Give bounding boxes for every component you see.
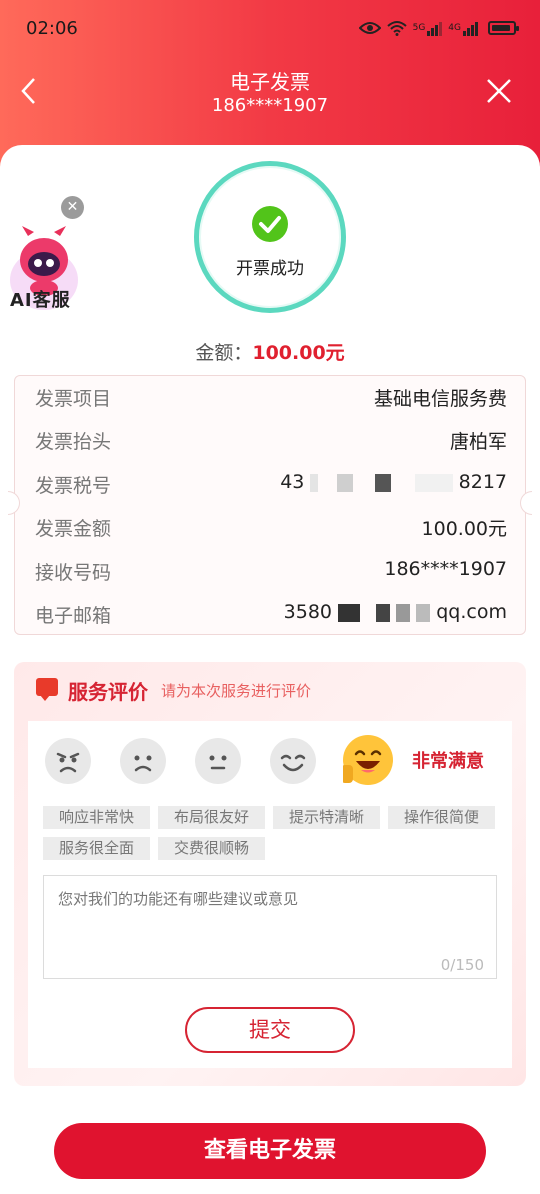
grin-face-icon[interactable]	[341, 735, 393, 785]
eye-icon	[358, 22, 381, 34]
rating-subtitle: 请为本次服务进行评价	[161, 682, 312, 700]
check-icon	[252, 206, 288, 242]
status-bar: 02:06 5G 4G	[0, 0, 540, 58]
close-button[interactable]	[484, 76, 518, 110]
rating-level-text: 非常满意	[412, 751, 484, 772]
info-value: 基础电信服务费	[373, 388, 507, 410]
info-row-amount: 发票金额 100.00元	[35, 514, 507, 544]
info-key: 发票抬头	[35, 431, 112, 453]
tag-chip[interactable]: 提示特清晰	[273, 806, 381, 829]
redaction-mask	[414, 473, 453, 492]
redaction-mask	[374, 473, 391, 492]
neutral-face-icon[interactable]	[195, 738, 241, 784]
battery-icon	[488, 21, 519, 35]
info-value: 100.00元	[421, 518, 507, 540]
signal-4g-icon	[463, 20, 478, 36]
frown-face-icon[interactable]	[120, 738, 166, 784]
amount-label: 金额：	[195, 342, 253, 364]
info-row-title: 发票抬头 唐柏军	[35, 427, 507, 457]
close-icon	[487, 79, 511, 103]
redaction-mask	[416, 603, 431, 622]
info-value-masked: 3580 qq.com	[284, 601, 507, 623]
rating-body: 非常满意 响应非常快 布局很友好 提示特清晰 操作很简便 服务很全面 交费很顺畅…	[28, 721, 512, 1068]
info-key: 发票税号	[35, 475, 112, 497]
info-row-phone: 接收号码 186****1907	[35, 558, 507, 588]
success-text: 开票成功	[236, 259, 304, 279]
info-key: 接收号码	[35, 562, 112, 584]
info-key: 发票金额	[35, 518, 112, 540]
info-value-suffix: 8217	[458, 471, 507, 493]
amount-value: 100.00元	[252, 342, 345, 364]
comment-textarea[interactable]: 您对我们的功能还有哪些建议或意见 0/150	[43, 875, 497, 979]
tag-chip[interactable]: 响应非常快	[43, 806, 151, 829]
angry-face-icon[interactable]	[45, 738, 91, 784]
comment-counter: 0/150	[440, 956, 484, 974]
view-invoice-button[interactable]: 查看电子发票	[54, 1123, 486, 1179]
net-4g-label: 4G	[448, 23, 461, 33]
invoice-info-card: 发票项目 基础电信服务费 发票抬头 唐柏军 发票税号 43 8217 发票金额 …	[8, 375, 532, 635]
info-value-prefix: 43	[280, 471, 305, 493]
status-icons: 5G 4G	[358, 20, 519, 36]
info-value-suffix: qq.com	[436, 601, 507, 623]
tag-chip[interactable]: 交费很顺畅	[158, 837, 266, 860]
ai-close-button[interactable]: ✕	[61, 196, 84, 219]
comment-icon	[36, 678, 58, 701]
smile-face-icon[interactable]	[270, 738, 316, 784]
status-time: 02:06	[26, 18, 78, 39]
info-row-email: 电子邮箱 3580 qq.com	[35, 601, 507, 631]
signal-5g-icon	[427, 20, 443, 36]
ai-service-label: AI客服	[10, 290, 71, 311]
redaction-mask	[336, 473, 353, 492]
tag-chip[interactable]: 服务很全面	[43, 837, 151, 860]
comment-placeholder: 您对我们的功能还有哪些建议或意见	[58, 890, 299, 908]
info-value: 186****1907	[384, 558, 507, 580]
info-value: 唐柏军	[449, 431, 507, 453]
info-value-masked: 43 8217	[280, 471, 507, 493]
tag-chip[interactable]: 布局很友好	[158, 806, 266, 829]
rating-title: 服务评价	[68, 680, 148, 704]
info-row-item: 发票项目 基础电信服务费	[35, 384, 507, 414]
submit-button[interactable]: 提交	[185, 1007, 355, 1053]
page-title: 电子发票	[230, 70, 310, 94]
info-row-taxid: 发票税号 43 8217	[35, 471, 507, 501]
info-key: 电子邮箱	[35, 605, 112, 627]
amount-row: 金额：100.00元	[0, 338, 540, 365]
net-5g-label: 5G	[412, 23, 426, 33]
redaction-mask	[310, 473, 319, 492]
page-subtitle-phone: 186****1907	[211, 95, 329, 116]
redaction-mask	[396, 603, 411, 622]
redaction-mask	[338, 603, 361, 622]
service-rating-panel: 服务评价 请为本次服务进行评价 非常满意 响应非常快 布局很友好 提示特清晰 操…	[14, 662, 526, 1086]
redaction-mask	[376, 603, 391, 622]
wifi-icon	[386, 21, 407, 36]
info-value-prefix: 3580	[283, 601, 333, 623]
info-key: 发票项目	[35, 388, 112, 410]
tag-chip[interactable]: 操作很简便	[388, 806, 496, 829]
